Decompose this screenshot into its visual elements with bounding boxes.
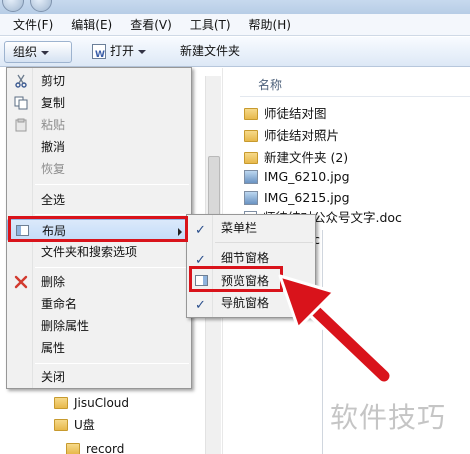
file-row[interactable]: IMG_6215.jpg — [244, 188, 350, 208]
nav-item-record[interactable]: record — [66, 440, 124, 454]
menu-item-label: 属性 — [41, 341, 66, 355]
nav-item-label: U盘 — [74, 418, 95, 432]
watermark-text: 软件技巧 — [330, 401, 447, 434]
submenu-item-navigation-pane[interactable]: ✓ 导航窗格 — [187, 292, 315, 314]
file-name: IMG_6210.jpg — [264, 169, 350, 184]
menu-item-properties[interactable]: 属性 — [7, 337, 191, 359]
file-name: 师徒结对图 — [264, 106, 327, 121]
menu-tools[interactable]: 工具(T) — [181, 15, 240, 35]
menu-view[interactable]: 查看(V) — [121, 15, 181, 35]
submenu-item-label: 细节窗格 — [221, 251, 270, 265]
folder-icon — [54, 419, 68, 431]
checkmark-icon: ✓ — [195, 298, 206, 313]
checkmark-icon: ✓ — [195, 223, 206, 238]
menu-item-remove-properties[interactable]: 删除属性 — [7, 315, 191, 337]
file-row[interactable]: 师徒结对照片 — [244, 126, 339, 146]
menu-bar: 文件(F) 编辑(E) 查看(V) 工具(T) 帮助(H) — [0, 14, 470, 36]
menu-item-redo[interactable]: 恢复 — [7, 158, 191, 180]
highlight-preview-pane-box — [189, 266, 283, 292]
command-toolbar: 组织 打开 新建文件夹 — [0, 37, 470, 67]
menu-item-copy[interactable]: 复制 — [7, 92, 191, 114]
folder-icon — [66, 443, 80, 454]
menu-separator — [35, 214, 189, 215]
file-name: 师徒结对照片 — [264, 128, 340, 143]
menu-separator — [215, 242, 313, 243]
menu-item-rename[interactable]: 重命名 — [7, 293, 191, 315]
folder-icon — [244, 130, 258, 142]
menu-edit[interactable]: 编辑(E) — [62, 15, 121, 35]
word-doc-icon — [92, 44, 106, 65]
menu-item-label: 删除 — [41, 275, 66, 289]
menu-item-delete[interactable]: 删除 — [7, 271, 191, 293]
organize-button[interactable]: 组织 — [4, 41, 72, 63]
chevron-down-icon — [138, 49, 147, 54]
preview-pane-divider[interactable] — [322, 230, 323, 454]
nav-item-label: JisuCloud — [74, 396, 130, 410]
highlight-layout-box — [8, 216, 188, 242]
new-folder-button[interactable]: 新建文件夹 — [172, 41, 252, 63]
back-button[interactable] — [2, 0, 24, 12]
submenu-item-label: 菜单栏 — [221, 221, 258, 235]
menu-separator — [35, 363, 189, 364]
file-row[interactable]: IMG_6210.jpg — [244, 167, 350, 187]
menu-item-label: 复制 — [41, 96, 66, 110]
menu-separator — [35, 184, 189, 185]
chevron-down-icon — [41, 50, 50, 55]
copy-icon — [14, 96, 28, 110]
organize-label: 组织 — [13, 45, 38, 59]
menu-item-label: 重命名 — [41, 297, 78, 311]
image-file-icon — [244, 170, 258, 184]
menu-separator — [35, 267, 189, 268]
paste-icon — [15, 118, 27, 132]
open-label: 打开 — [110, 44, 135, 58]
menu-item-label: 粘贴 — [41, 118, 66, 132]
file-name: IMG_6215.jpg — [264, 190, 350, 205]
nav-scrollbar-thumb[interactable] — [208, 156, 220, 216]
scissors-icon — [15, 74, 27, 88]
menu-help[interactable]: 帮助(H) — [240, 15, 300, 35]
address-bar-strip — [0, 0, 470, 14]
nav-item-jisucloud[interactable]: JisuCloud — [54, 394, 129, 412]
file-row[interactable]: 新建文件夹 (2) — [244, 148, 348, 168]
menu-item-label: 撤消 — [41, 140, 66, 154]
menu-item-cut[interactable]: 剪切 — [7, 70, 191, 92]
menu-file[interactable]: 文件(F) — [4, 15, 62, 35]
file-name: 新建文件夹 (2) — [264, 150, 349, 165]
column-header-name[interactable]: 名称 — [258, 76, 282, 93]
nav-item-label: record — [86, 442, 125, 454]
menu-item-label: 文件夹和搜索选项 — [41, 245, 138, 259]
menu-item-paste[interactable]: 粘贴 — [7, 114, 191, 136]
menu-item-folder-options[interactable]: 文件夹和搜索选项 — [7, 241, 191, 263]
file-row[interactable]: 师徒结对图 — [244, 104, 327, 124]
image-file-icon — [244, 191, 258, 205]
folder-icon — [54, 397, 68, 409]
submenu-item-menu-bar[interactable]: ✓ 菜单栏 — [187, 217, 315, 239]
menu-item-label: 关闭 — [41, 370, 66, 384]
menu-item-close[interactable]: 关闭 — [7, 366, 191, 388]
folder-icon — [244, 152, 258, 164]
menu-item-undo[interactable]: 撤消 — [7, 136, 191, 158]
menu-item-label: 全选 — [41, 193, 66, 207]
menu-item-label: 恢复 — [41, 162, 66, 176]
forward-button[interactable] — [30, 0, 52, 12]
open-button[interactable]: 打开 — [84, 41, 160, 65]
submenu-item-label: 导航窗格 — [221, 296, 270, 310]
menu-item-select-all[interactable]: 全选 — [7, 189, 191, 211]
delete-x-icon — [14, 275, 28, 289]
menu-item-label: 删除属性 — [41, 319, 90, 333]
nav-item-udisk[interactable]: U盘 — [54, 416, 95, 434]
menu-item-label: 剪切 — [41, 74, 66, 88]
column-divider — [240, 96, 470, 97]
folder-icon — [244, 108, 258, 120]
